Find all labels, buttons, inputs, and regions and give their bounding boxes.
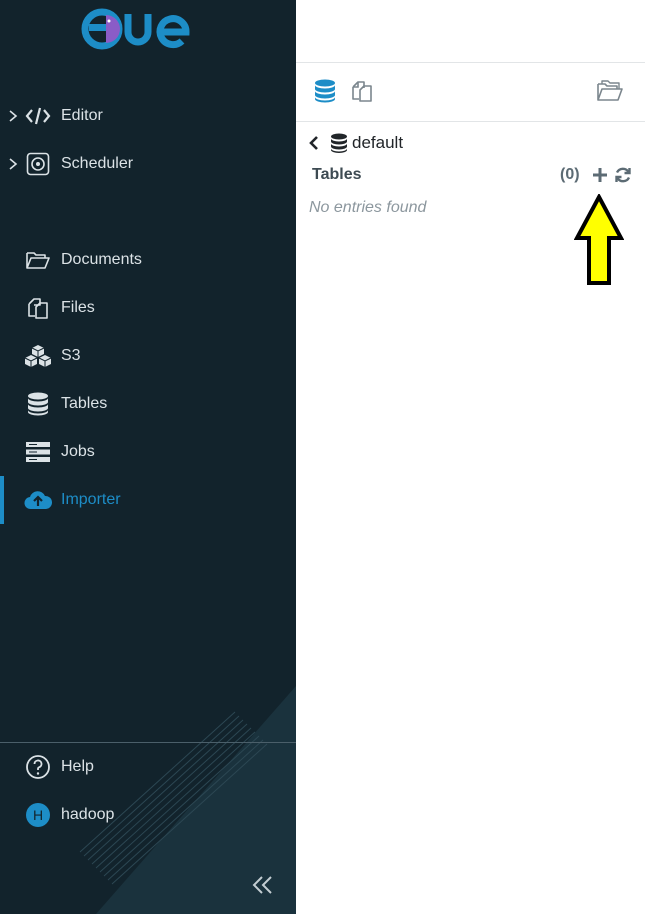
sidebar-item-scheduler[interactable]: Scheduler (0, 142, 296, 186)
sidebar-item-jobs[interactable]: Jobs (0, 430, 296, 474)
sidebar-item-label: Tables (61, 395, 108, 412)
sidebar-item-importer[interactable]: Importer (0, 478, 296, 522)
scheduler-icon (24, 150, 52, 178)
empty-message: No entries found (309, 199, 427, 216)
tables-header: Tables (0) (312, 164, 633, 188)
assist-toolbar (296, 62, 645, 122)
avatar-initial: H (26, 803, 50, 827)
add-table-icon[interactable] (591, 166, 609, 184)
left-sidebar: Editor Scheduler Documents Files S3 Tabl (0, 0, 296, 914)
sidebar-item-label: Editor (61, 107, 103, 124)
chevron-right-icon (9, 158, 18, 170)
back-chevron-icon[interactable] (306, 133, 322, 153)
sidebar-item-label: S3 (61, 347, 81, 364)
sidebar-item-label: hadoop (61, 806, 115, 823)
sidebar-item-s3[interactable]: S3 (0, 334, 296, 378)
code-icon (24, 102, 52, 130)
files-icon (352, 81, 372, 102)
sidebar-item-label: Files (61, 299, 95, 316)
annotation-arrow-icon (574, 194, 624, 285)
server-icon (24, 438, 52, 466)
database-icon (331, 133, 347, 153)
folder-open-icon (24, 246, 52, 274)
database-name[interactable]: default (352, 133, 403, 153)
collapse-sidebar-icon[interactable] (250, 872, 276, 898)
cubes-icon (24, 342, 52, 370)
sidebar-item-label: Help (61, 758, 94, 775)
sidebar-item-files[interactable]: Files (0, 286, 296, 330)
panel-header (296, 0, 645, 63)
help-icon (24, 753, 52, 781)
sidebar-item-help[interactable]: Help (0, 745, 296, 789)
avatar: H (24, 801, 52, 829)
chevron-right-icon (9, 110, 18, 122)
sidebar-item-documents[interactable]: Documents (0, 238, 296, 282)
sidebar-item-label: Jobs (61, 443, 95, 460)
sidebar-item-user[interactable]: H hadoop (0, 793, 296, 837)
sidebar-item-editor[interactable]: Editor (0, 94, 296, 138)
database-breadcrumb: default (306, 131, 403, 155)
hue-logo[interactable] (78, 8, 218, 50)
assist-documents-tab[interactable] (595, 76, 625, 106)
folder-open-icon (597, 80, 623, 101)
database-icon (24, 390, 52, 418)
refresh-icon[interactable] (614, 166, 632, 184)
sidebar-divider (0, 742, 296, 743)
sidebar-item-label: Scheduler (61, 155, 134, 172)
database-icon (315, 79, 335, 103)
tables-title: Tables (312, 166, 362, 183)
cloud-upload-icon (24, 486, 52, 514)
assist-panel: default Tables (0) No entries found (296, 0, 645, 914)
files-icon (24, 294, 52, 322)
sidebar-item-label: Importer (61, 491, 121, 508)
assist-sql-tab[interactable] (310, 76, 340, 106)
sidebar-item-tables[interactable]: Tables (0, 382, 296, 426)
sidebar-item-label: Documents (61, 251, 142, 268)
hue-logo-mark (81, 8, 190, 50)
assist-files-tab[interactable] (347, 76, 377, 106)
tables-count: (0) (560, 166, 580, 183)
